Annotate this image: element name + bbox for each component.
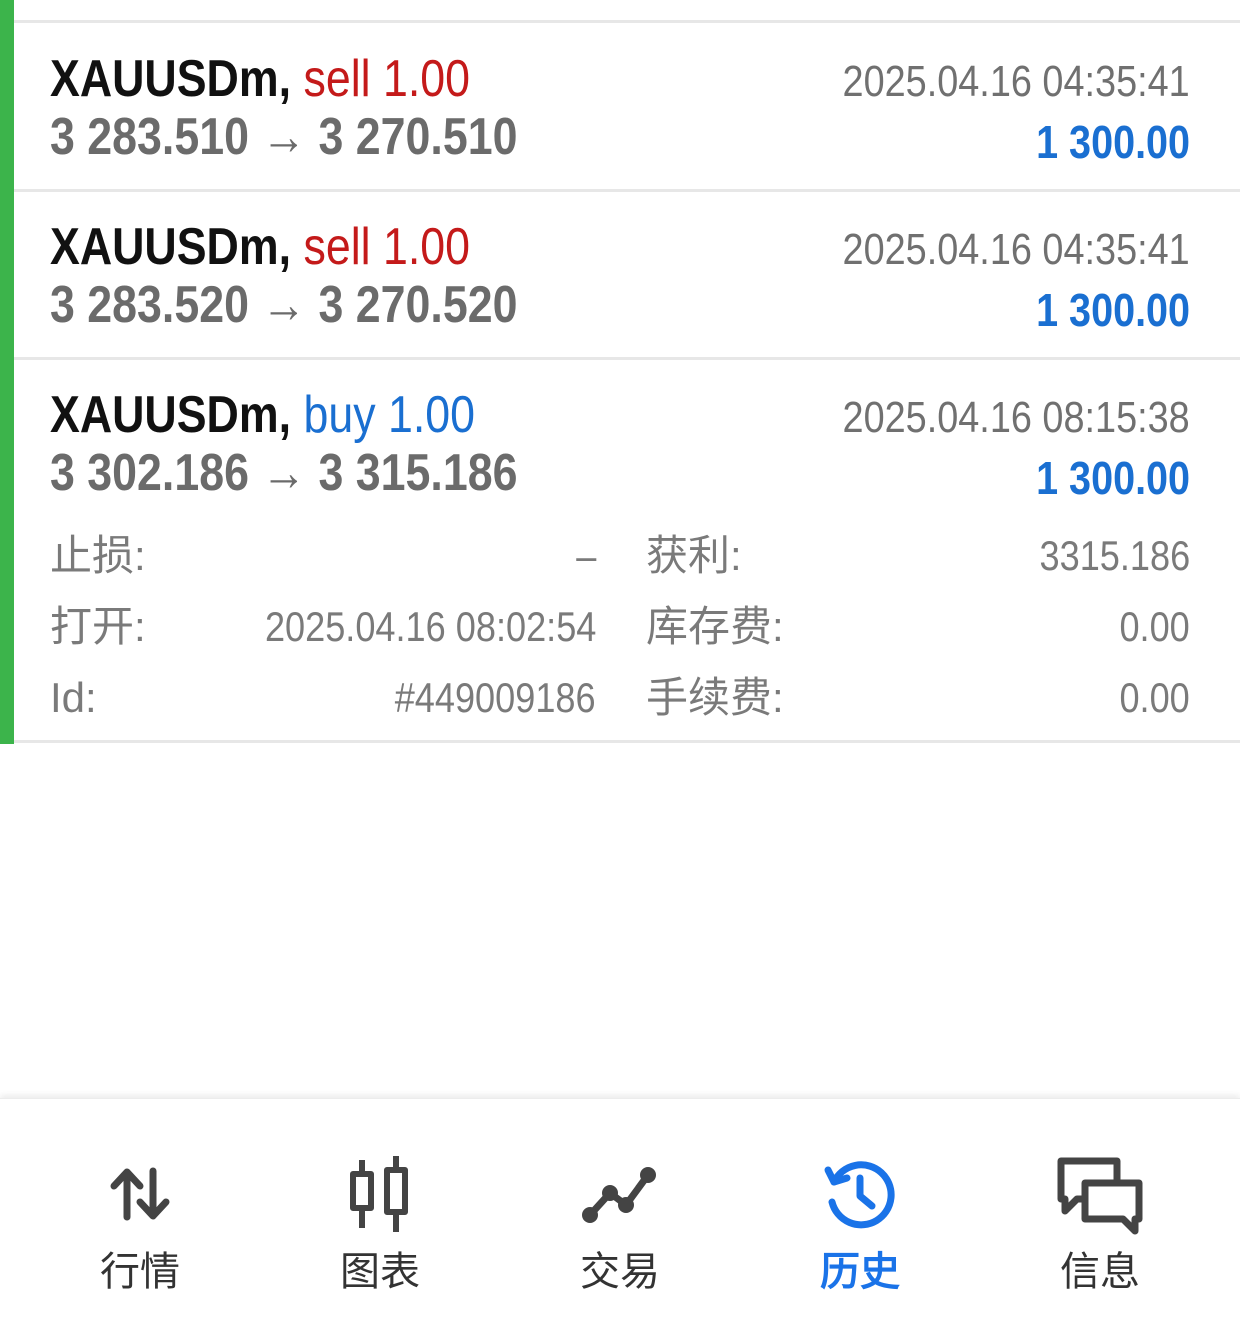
messages-chat-icon xyxy=(980,1149,1220,1239)
take-profit-label: 获利: xyxy=(646,532,742,579)
deal-row-expanded[interactable]: XAUUSDm, buy 1.00 3 302.186 → 3 315.186 … xyxy=(14,360,1240,526)
stop-loss-label: 止损: xyxy=(50,532,146,579)
take-profit-value: 3315.186 xyxy=(1039,532,1190,579)
nav-label: 历史 xyxy=(820,1250,900,1294)
history-clock-icon xyxy=(740,1149,980,1239)
deal-row[interactable]: XAUUSDm, sell 1.00 3 283.510 → 3 270.510… xyxy=(14,24,1240,190)
separator xyxy=(14,740,1240,743)
nav-tab-trade[interactable]: 交易 xyxy=(500,1099,740,1320)
deal-prices: 3 302.186 → 3 315.186 xyxy=(50,444,518,502)
nav-tab-quotes[interactable]: 行情 xyxy=(20,1099,260,1320)
stop-loss-value: – xyxy=(575,532,596,579)
commission-value: 0.00 xyxy=(1119,674,1190,721)
swap-value: 0.00 xyxy=(1119,603,1190,650)
nav-tab-history[interactable]: 历史 xyxy=(740,1099,980,1320)
deal-profit: 1 300.00 xyxy=(1036,116,1190,168)
nav-label: 信息 xyxy=(1060,1250,1140,1294)
deal-symbol-line: XAUUSDm, buy 1.00 xyxy=(50,384,475,446)
selection-indicator-bar xyxy=(0,0,14,744)
swap-label: 库存费: xyxy=(646,603,784,650)
nav-tab-chart[interactable]: 图表 xyxy=(260,1099,500,1320)
deal-symbol-line: XAUUSDm, sell 1.00 xyxy=(50,216,470,278)
deal-time: 2025.04.16 08:15:38 xyxy=(842,393,1190,442)
deal-symbol: XAUUSDm, xyxy=(50,218,292,276)
open-time-label: 打开: xyxy=(50,603,146,650)
open-time-value: 2025.04.16 08:02:54 xyxy=(264,603,596,650)
deal-prices: 3 283.520 → 3 270.520 xyxy=(50,276,518,334)
deal-time: 2025.04.16 04:35:41 xyxy=(842,225,1190,274)
deal-direction-volume: buy 1.00 xyxy=(303,386,476,444)
detail-row-sl-tp: 止损: – 获利: 3315.186 xyxy=(14,526,1240,586)
commission-label: 手续费: xyxy=(646,674,784,721)
nav-label: 行情 xyxy=(100,1250,180,1294)
nav-label: 图表 xyxy=(340,1250,420,1294)
deal-direction-volume: sell 1.00 xyxy=(303,218,471,276)
nav-tab-messages[interactable]: 信息 xyxy=(980,1099,1220,1320)
deal-profit: 1 300.00 xyxy=(1036,452,1190,504)
quotes-arrows-icon xyxy=(20,1149,260,1239)
deal-direction-volume: sell 1.00 xyxy=(303,50,471,108)
nav-label: 交易 xyxy=(580,1250,660,1294)
detail-row-id-commission: Id: #449009186 手续费: 0.00 xyxy=(14,668,1240,728)
deal-prices: 3 283.510 → 3 270.510 xyxy=(50,108,518,166)
deal-row[interactable]: XAUUSDm, sell 1.00 3 283.520 → 3 270.520… xyxy=(14,192,1240,358)
deal-details: 止损: – 获利: 3315.186 打开: 2025.04.16 08:02:… xyxy=(14,522,1240,732)
candlestick-chart-icon xyxy=(260,1149,500,1239)
deal-symbol: XAUUSDm, xyxy=(50,50,292,108)
separator xyxy=(14,20,1240,23)
deal-id-label: Id: xyxy=(50,674,97,721)
deal-symbol: XAUUSDm, xyxy=(50,386,292,444)
bottom-navigation: 行情 图表 交易 历史 信息 xyxy=(0,1098,1240,1320)
trade-line-icon xyxy=(500,1149,740,1239)
deal-id-value: #449009186 xyxy=(395,674,596,721)
deal-profit: 1 300.00 xyxy=(1036,284,1190,336)
detail-row-open-swap: 打开: 2025.04.16 08:02:54 库存费: 0.00 xyxy=(14,597,1240,657)
deal-symbol-line: XAUUSDm, sell 1.00 xyxy=(50,48,470,110)
deal-time: 2025.04.16 04:35:41 xyxy=(842,57,1190,106)
